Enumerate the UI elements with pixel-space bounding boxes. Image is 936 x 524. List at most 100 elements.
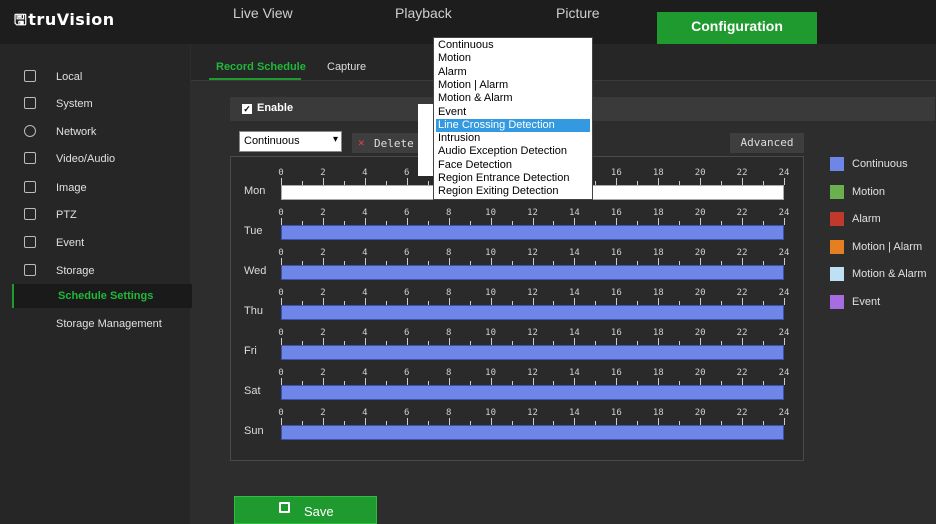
hour-label: 18: [652, 168, 664, 178]
hour-tick: [700, 298, 702, 305]
schedule-bar[interactable]: [281, 265, 784, 280]
hour-tick: [448, 418, 450, 425]
hour-tick: [364, 418, 366, 425]
save-button[interactable]: Save: [234, 496, 377, 524]
hour-label: 10: [485, 288, 496, 298]
record-type-select[interactable]: Continuous ▾: [239, 131, 342, 152]
hour-tick: [281, 178, 282, 185]
sidebar-item-label: System: [56, 98, 93, 110]
hour-label: 16: [610, 248, 622, 258]
logo-text: truVision: [28, 10, 115, 29]
hour-label: 18: [652, 248, 664, 258]
dropdown-option[interactable]: Line Crossing Detection: [436, 118, 590, 132]
hour-label: 18: [652, 408, 664, 418]
hour-tick: [490, 258, 492, 265]
hour-label: 6: [404, 208, 410, 218]
hour-label: 14: [568, 288, 580, 298]
hour-tick: [784, 178, 785, 185]
hour-label: 16: [610, 368, 622, 378]
sidebar: Local System Network Video/Audio Image P…: [0, 44, 192, 524]
hour-tick: [322, 298, 324, 305]
hour-tick: [700, 338, 702, 345]
hour-tick: [406, 378, 408, 385]
record-type-dropdown: Continuous Motion Alarm Motion | Alarm Motio…: [433, 37, 593, 200]
hour-tick: [742, 218, 744, 225]
sidebar-item-event[interactable]: Event: [0, 230, 190, 256]
hour-label: 0: [278, 168, 284, 178]
tab-record-schedule[interactable]: Record Schedule: [216, 61, 306, 73]
dropdown-option[interactable]: Audio Exception Detection: [436, 145, 590, 158]
hour-tick: [574, 378, 576, 385]
dropdown-option[interactable]: Motion & Alarm: [436, 92, 590, 105]
advanced-button[interactable]: Advanced: [730, 133, 804, 153]
dropdown-option[interactable]: Motion | Alarm: [436, 79, 590, 92]
hour-tick: [658, 218, 660, 225]
dropdown-option[interactable]: Intrusion: [436, 132, 590, 145]
hour-tick: [490, 338, 492, 345]
sidebar-item-label: PTZ: [56, 209, 77, 221]
nav-live-view[interactable]: Live View: [233, 0, 293, 44]
hour-label: 6: [404, 408, 410, 418]
hour-label: 22: [736, 408, 748, 418]
sidebar-item-image[interactable]: Image: [0, 175, 190, 201]
hour-tick: [281, 378, 282, 385]
sidebar-item-storage-management[interactable]: Storage Management: [12, 312, 190, 336]
sidebar-item-label: Storage Management: [56, 318, 162, 330]
hour-tick: [532, 298, 534, 305]
sidebar-item-storage[interactable]: Storage: [0, 258, 190, 284]
hour-label: 24: [778, 168, 790, 178]
hour-tick: [742, 378, 744, 385]
hour-label: 16: [610, 288, 622, 298]
enable-checkbox[interactable]: ✓: [242, 104, 252, 114]
hour-label: 22: [736, 328, 748, 338]
schedule-bar[interactable]: [281, 225, 784, 240]
day-label: Sat: [244, 385, 261, 397]
hour-tick: [742, 258, 744, 265]
sidebar-item-schedule-settings[interactable]: Schedule Settings: [12, 284, 192, 308]
hour-tick: [700, 418, 702, 425]
storage-icon: [24, 264, 36, 276]
hour-label: 2: [320, 288, 326, 298]
sidebar-item-label: Video/Audio: [56, 153, 116, 165]
sidebar-item-video-audio[interactable]: Video/Audio: [0, 146, 190, 172]
hour-label: 2: [320, 368, 326, 378]
sidebar-item-local[interactable]: Local: [0, 64, 190, 90]
enable-label: Enable: [257, 102, 294, 114]
hour-label: 18: [652, 288, 664, 298]
hour-label: 4: [362, 248, 368, 258]
dropdown-option[interactable]: Region Entrance Detection: [436, 172, 590, 185]
select-value: Continuous: [244, 135, 300, 147]
schedule-bar[interactable]: [281, 425, 784, 440]
day-label: Tue: [244, 225, 263, 237]
hour-label: 22: [736, 208, 748, 218]
sidebar-item-ptz[interactable]: PTZ: [0, 202, 190, 228]
hour-tick: [616, 178, 618, 185]
sidebar-item-system[interactable]: System: [0, 91, 190, 117]
dropdown-option[interactable]: Continuous: [436, 39, 590, 52]
hour-label: 4: [362, 288, 368, 298]
dropdown-option[interactable]: Region Exiting Detection: [436, 185, 590, 198]
hour-tick: [700, 218, 702, 225]
hour-label: 18: [652, 208, 664, 218]
hour-tick: [448, 378, 450, 385]
nav-configuration[interactable]: Configuration: [657, 12, 817, 44]
hour-label: 24: [778, 288, 790, 298]
system-icon: [24, 97, 36, 109]
legend-swatch: [830, 212, 844, 226]
dropdown-option[interactable]: Event: [436, 106, 590, 119]
tab-capture[interactable]: Capture: [327, 61, 366, 73]
schedule-bar[interactable]: [281, 305, 784, 320]
hour-tick: [616, 218, 618, 225]
hour-tick: [616, 338, 618, 345]
hour-tick: [364, 378, 366, 385]
schedule-bar[interactable]: [281, 385, 784, 400]
hour-tick: [406, 418, 408, 425]
event-icon: [24, 236, 36, 248]
dropdown-option[interactable]: Motion: [436, 52, 590, 65]
sidebar-item-network[interactable]: Network: [0, 119, 190, 145]
schedule-bar[interactable]: [281, 345, 784, 360]
delete-button[interactable]: ✕ Delete: [352, 133, 418, 153]
hour-label: 12: [527, 288, 538, 298]
dropdown-option[interactable]: Face Detection: [436, 159, 590, 172]
dropdown-option[interactable]: Alarm: [436, 66, 590, 79]
